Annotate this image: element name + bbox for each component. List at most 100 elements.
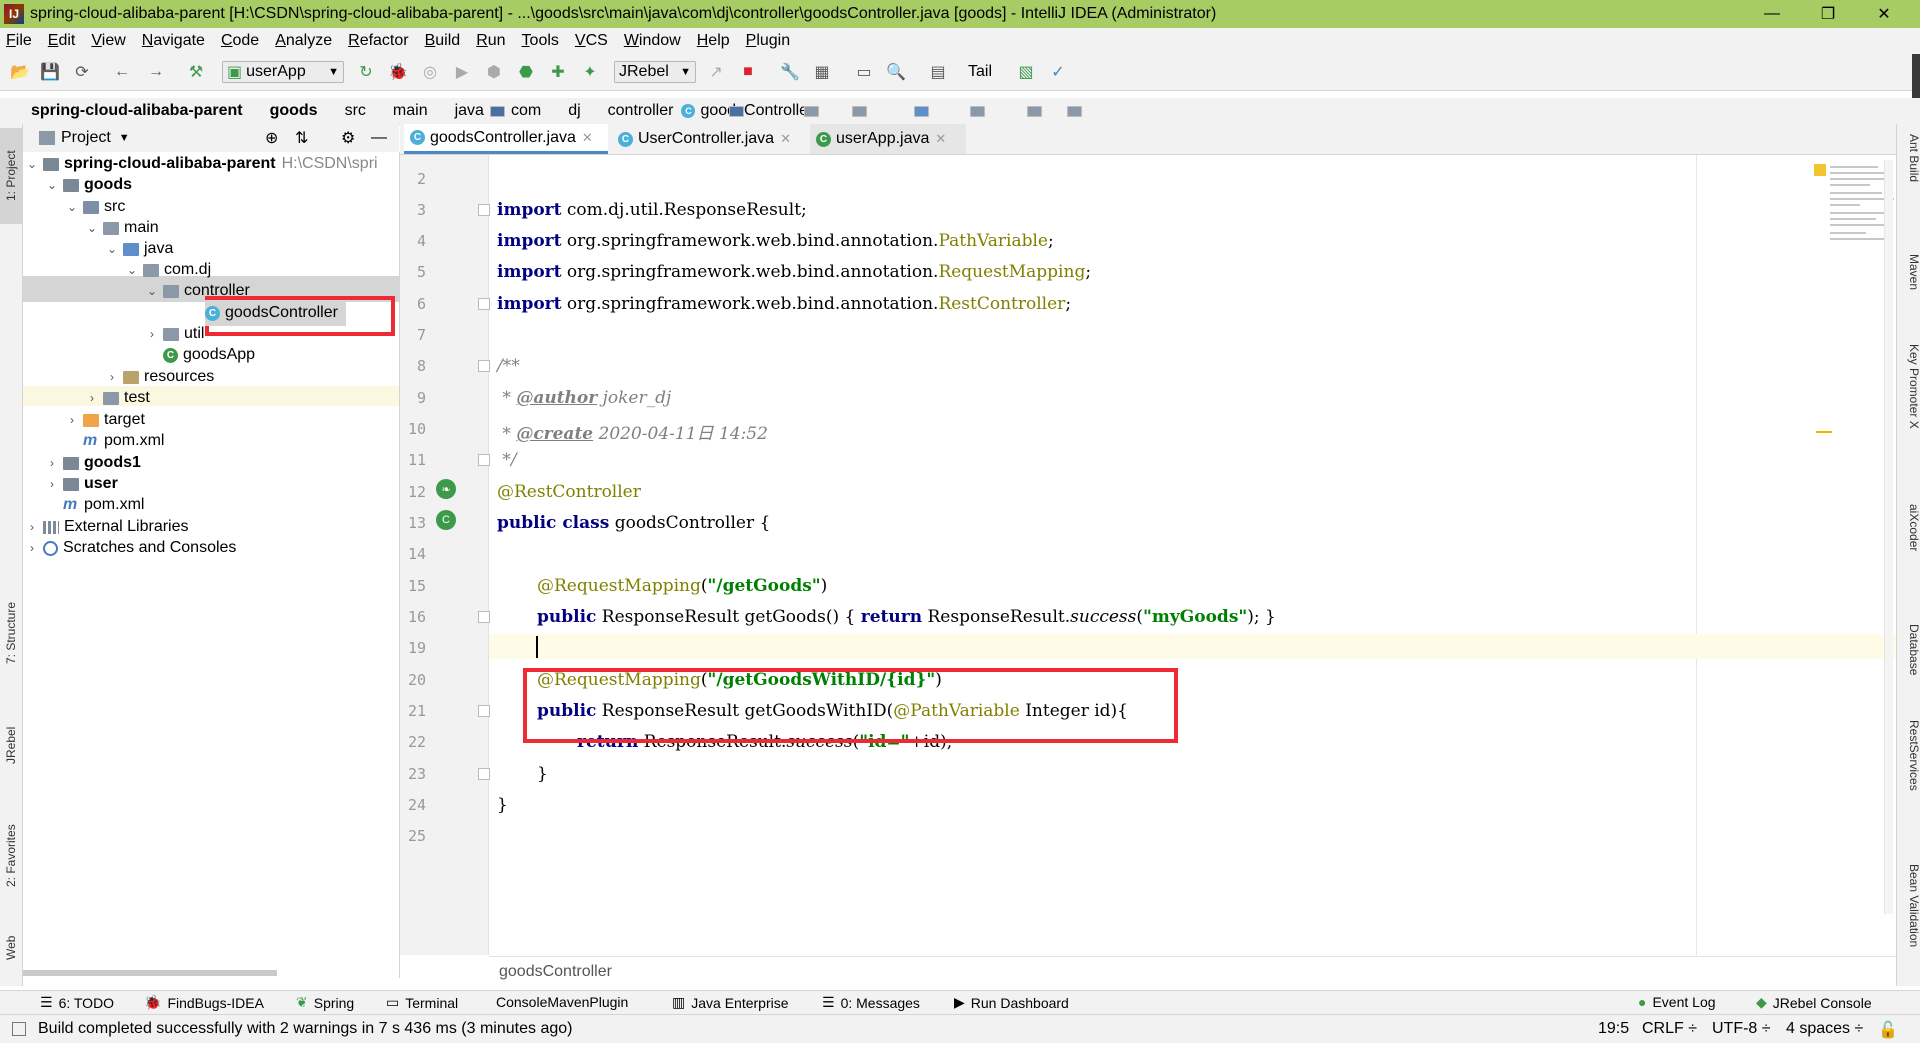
maximize-button[interactable]: ❐ (1800, 0, 1856, 28)
close-icon[interactable]: ✕ (780, 131, 791, 147)
search-icon[interactable]: 🔍 (886, 62, 906, 82)
structure-breadcrumb[interactable]: goodsController (499, 963, 612, 981)
tab-bean-validation[interactable]: Bean Validation (1899, 864, 1920, 947)
menu-plugin[interactable]: Plugin (738, 32, 798, 50)
crumb-java[interactable]: java (436, 102, 929, 120)
forward-icon[interactable]: → (146, 62, 166, 82)
tab-findbugs[interactable]: 🐞 FindBugs-IDEA (144, 994, 264, 1011)
tab-goodscontroller[interactable]: CgoodsController.java ✕ (404, 124, 608, 154)
fold-marker-icon[interactable] (478, 204, 490, 216)
menu-run[interactable]: Run (468, 32, 513, 50)
profile-icon[interactable]: ⬢ (484, 62, 504, 82)
minimize-button[interactable]: — (1744, 0, 1800, 28)
line-separator-select[interactable]: CRLF ÷ (1642, 1020, 1697, 1038)
rerun-icon[interactable]: ↻ (356, 62, 376, 82)
jrebel-select[interactable]: JRebel ▼ (614, 61, 696, 83)
back-icon[interactable]: ← (112, 62, 132, 82)
toggle-tool-windows-icon[interactable] (12, 1022, 26, 1036)
crumb-controller[interactable]: controller (589, 102, 1082, 120)
menu-refactor[interactable]: Refactor (340, 32, 416, 50)
tree-node-goodscontroller[interactable]: CgoodsController (205, 300, 346, 326)
tab-restservices[interactable]: RestServices (1899, 720, 1920, 791)
tab-ant-build[interactable]: Ant Build (1899, 134, 1920, 182)
open-icon[interactable]: 📂 (10, 62, 30, 82)
jrebel-debug-icon[interactable]: ✦ (580, 62, 600, 82)
close-icon[interactable]: ✕ (935, 131, 946, 147)
attach-icon[interactable]: ↗ (706, 62, 726, 82)
warning-stripe-mark[interactable] (1816, 431, 1832, 433)
monitor-icon[interactable]: ▧ (1016, 62, 1036, 82)
crumb-src[interactable]: src (326, 102, 819, 120)
run-icon[interactable]: ▶ (452, 62, 472, 82)
indent-select[interactable]: 4 spaces ÷ (1786, 1020, 1863, 1038)
tab-terminal[interactable]: ▭ Terminal (386, 994, 458, 1011)
check-circle-icon[interactable]: ✓ (1048, 62, 1068, 82)
hide-icon[interactable]: — (371, 129, 387, 147)
debug-icon[interactable]: 🐞 (388, 62, 408, 82)
tree-hscrollbar[interactable] (23, 970, 277, 976)
coverage-icon[interactable]: ◎ (420, 62, 440, 82)
menu-file[interactable]: File (0, 32, 40, 50)
crumb-dj[interactable]: dj (549, 102, 1043, 120)
tab-structure[interactable]: 7: Structure (0, 580, 22, 686)
sync-icon[interactable]: ⟳ (72, 62, 92, 82)
tab-maven[interactable]: Maven (1899, 254, 1920, 290)
menu-view[interactable]: View (83, 32, 133, 50)
fold-marker-icon[interactable] (478, 705, 490, 717)
tab-event-log[interactable]: ● Event Log (1638, 994, 1716, 1010)
tab-project[interactable]: 1: Project (0, 128, 22, 224)
fold-marker-icon[interactable] (478, 298, 490, 310)
stop-icon[interactable]: ■ (738, 62, 758, 82)
inspection-status-icon[interactable] (1814, 164, 1826, 176)
settings-wrench-icon[interactable]: 🔧 (780, 62, 800, 82)
chevron-down-icon[interactable]: ▼ (119, 132, 130, 144)
tab-messages[interactable]: ☰ 0: Messages (822, 994, 920, 1011)
project-view-select[interactable]: Project (61, 129, 111, 147)
build-hammer-icon[interactable]: ⚒ (186, 62, 206, 82)
menu-help[interactable]: Help (689, 32, 738, 50)
spring-bean-icon[interactable]: ❧ (436, 479, 456, 499)
fold-marker-icon[interactable] (478, 360, 490, 372)
tab-jrebel[interactable]: JRebel (0, 704, 22, 786)
close-button[interactable]: ✕ (1856, 0, 1912, 28)
gear-icon[interactable]: ⚙ (341, 128, 355, 148)
tab-java-enterprise[interactable]: ▥ Java Enterprise (672, 994, 789, 1011)
locate-icon[interactable]: ⊕ (265, 128, 278, 148)
collapse-all-icon[interactable]: ⇅ (295, 128, 308, 148)
crumb-project[interactable]: spring-cloud-alibaba-parent (12, 102, 505, 120)
tab-userapp[interactable]: CuserApp.java ✕ (810, 124, 966, 154)
jrebel-run-icon[interactable]: ⬣ (516, 62, 536, 82)
tab-aixcoder[interactable]: aiXcoder (1899, 504, 1920, 551)
spring-bean-icon[interactable]: C (436, 510, 456, 530)
fold-marker-icon[interactable] (478, 611, 490, 623)
menu-code[interactable]: Code (213, 32, 267, 50)
tail-button[interactable]: Tail (962, 62, 998, 82)
fold-marker-icon[interactable] (478, 768, 490, 780)
jrebel-update-icon[interactable]: ✚ (548, 62, 568, 82)
crumb-main[interactable]: main (374, 102, 867, 120)
save-icon[interactable]: 💾 (40, 62, 60, 82)
tab-consolemaven[interactable]: ConsoleMavenPlugin (496, 994, 628, 1010)
status-message[interactable]: Build completed successfully with 2 warn… (38, 1020, 572, 1038)
close-icon[interactable]: ✕ (582, 130, 593, 146)
tab-favorites[interactable]: 2: Favorites (0, 804, 22, 908)
crumb-goods[interactable]: goods (251, 102, 744, 120)
menu-build[interactable]: Build (417, 32, 469, 50)
tab-todo[interactable]: ☰ 6: TODO (40, 994, 114, 1011)
presentation-icon[interactable]: ▤ (928, 62, 948, 82)
caret-position[interactable]: 19:5 (1598, 1020, 1629, 1038)
encoding-select[interactable]: UTF-8 ÷ (1712, 1020, 1771, 1038)
tab-spring[interactable]: ❦ Spring (296, 994, 354, 1011)
tab-database[interactable]: Database (1899, 624, 1920, 675)
editor-vscrollbar[interactable] (1884, 160, 1893, 914)
lock-icon[interactable]: 🔓 (1878, 1020, 1898, 1040)
menu-navigate[interactable]: Navigate (134, 32, 213, 50)
menu-tools[interactable]: Tools (514, 32, 567, 50)
menu-analyze[interactable]: Analyze (267, 32, 340, 50)
run-config-select[interactable]: ▣ userApp ▼ (222, 61, 344, 83)
tab-run-dashboard[interactable]: ▶ Run Dashboard (954, 994, 1069, 1011)
crumb-goodscontroller[interactable]: CgoodsController (681, 102, 813, 120)
terminal-icon[interactable]: ▭ (854, 62, 874, 82)
menu-edit[interactable]: Edit (40, 32, 84, 50)
menu-window[interactable]: Window (616, 32, 689, 50)
